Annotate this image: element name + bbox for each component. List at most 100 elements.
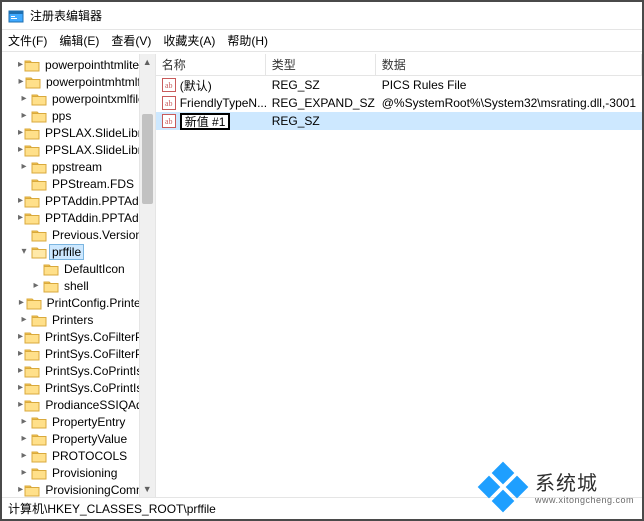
value-list-pane: 名称 类型 数据 ab (默认) REG_SZPICS Rules File ab…	[156, 54, 642, 497]
expand-toggle[interactable]: ▸	[18, 76, 24, 87]
scroll-thumb[interactable]	[142, 114, 153, 204]
expand-toggle[interactable]: ▸	[18, 314, 30, 325]
tree-item[interactable]: ▸ PropertyEntry	[4, 413, 155, 430]
expand-toggle[interactable]: ▸	[18, 127, 23, 138]
value-type: REG_SZ	[266, 112, 376, 130]
registry-tree[interactable]: ▸ powerpointhtmlitem∧▸ powerpointmhtmlfi…	[2, 54, 155, 497]
tree-item[interactable]: · DefaultIcon	[4, 260, 155, 277]
value-list[interactable]: ab (默认) REG_SZPICS Rules File ab Friendly…	[156, 76, 642, 130]
value-row[interactable]: ab FriendlyTypeN...REG_EXPAND_SZ@%System…	[156, 94, 642, 112]
tree-item-label: powerpointhtmlitem	[43, 58, 151, 72]
column-type[interactable]: 类型	[266, 54, 376, 75]
svg-text:ab: ab	[165, 117, 173, 126]
expand-toggle[interactable]: ▸	[18, 450, 30, 461]
expand-toggle[interactable]: ▸	[18, 467, 30, 478]
tree-item[interactable]: ▸ PrintSys.CoFilterPipe	[4, 345, 155, 362]
expand-toggle[interactable]: ▸	[18, 382, 23, 393]
expand-toggle[interactable]: ▸	[18, 433, 30, 444]
expand-toggle[interactable]: ▸	[18, 348, 23, 359]
expand-toggle[interactable]: ▸	[18, 484, 23, 495]
menubar: 文件(F) 编辑(E) 查看(V) 收藏夹(A) 帮助(H)	[2, 30, 642, 52]
expand-toggle[interactable]: ▸	[18, 399, 23, 410]
tree-item-label: DefaultIcon	[62, 262, 127, 276]
value-row[interactable]: ab (默认) REG_SZPICS Rules File	[156, 76, 642, 94]
tree-item-label: PropertyValue	[50, 432, 129, 446]
value-name: FriendlyTypeN...	[180, 96, 266, 110]
titlebar[interactable]: 注册表编辑器	[2, 2, 642, 30]
tree-item[interactable]: · Previous.Versions	[4, 226, 155, 243]
value-data: PICS Rules File	[376, 76, 642, 94]
statusbar: 计算机\HKEY_CLASSES_ROOT\prffile	[2, 497, 642, 519]
tree-item[interactable]: ▸ powerpointmhtmlfile	[4, 73, 155, 90]
value-name: (默认)	[180, 77, 212, 94]
expand-toggle[interactable]: ▸	[18, 93, 30, 104]
tree-item-label: pps	[50, 109, 73, 123]
tree-item[interactable]: ▸ PPSLAX.SlideLibrary	[4, 124, 155, 141]
expand-toggle[interactable]: ▸	[18, 297, 25, 308]
tree-item-label: PROTOCOLS	[50, 449, 129, 463]
tree-item[interactable]: ▸ ProvisioningComma	[4, 481, 155, 497]
tree-item[interactable]: ▸ Printers	[4, 311, 155, 328]
app-icon	[8, 8, 24, 24]
expand-toggle[interactable]: ·	[18, 229, 30, 240]
tree-item-label: powerpointxmlfile	[50, 92, 147, 106]
column-name[interactable]: 名称	[156, 54, 266, 75]
expand-toggle[interactable]: ▸	[18, 110, 30, 121]
value-data	[376, 112, 642, 130]
tree-item[interactable]: ▸ PPTAddin.PPTAddin	[4, 192, 155, 209]
expand-toggle[interactable]: ▸	[18, 59, 23, 70]
expand-toggle[interactable]: ▸	[18, 331, 23, 342]
tree-item[interactable]: ▸ PPSLAX.SlideLibrary	[4, 141, 155, 158]
tree-item-label: Provisioning	[50, 466, 119, 480]
svg-text:ab: ab	[165, 81, 173, 90]
expand-toggle[interactable]: ·	[30, 263, 42, 274]
value-data: @%SystemRoot%\System32\msrating.dll,-300…	[376, 94, 642, 112]
tree-item[interactable]: ▸ PropertyValue	[4, 430, 155, 447]
expand-toggle[interactable]: ▸	[18, 144, 23, 155]
expand-toggle[interactable]: ▸	[18, 416, 30, 427]
tree-scrollbar[interactable]: ▲ ▼	[139, 54, 155, 497]
menu-favorites[interactable]: 收藏夹(A)	[163, 32, 215, 49]
tree-item[interactable]: ▸ Provisioning	[4, 464, 155, 481]
tree-item[interactable]: ▸ PrintSys.CoPrintIsola	[4, 362, 155, 379]
expand-toggle[interactable]: ▾	[18, 246, 30, 257]
expand-toggle[interactable]: ▸	[18, 161, 30, 172]
tree-item-label: prffile	[50, 245, 83, 259]
tree-item-label: Printers	[50, 313, 95, 327]
status-path: 计算机\HKEY_CLASSES_ROOT\prffile	[8, 500, 216, 517]
menu-help[interactable]: 帮助(H)	[227, 32, 268, 49]
menu-edit[interactable]: 编辑(E)	[59, 32, 99, 49]
value-row[interactable]: ab 新值 #1 REG_SZ	[156, 112, 642, 130]
tree-item[interactable]: ▸ PrintConfig.PrinterE	[4, 294, 155, 311]
tree-item[interactable]: ▸ shell	[4, 277, 155, 294]
window-title: 注册表编辑器	[30, 7, 102, 24]
svg-text:ab: ab	[165, 99, 173, 108]
tree-item-label: PPStream.FDS	[50, 177, 136, 191]
tree-item[interactable]: ▸ ProdianceSSIQAddI	[4, 396, 155, 413]
scroll-down-button[interactable]: ▼	[140, 481, 155, 497]
value-type: REG_SZ	[266, 76, 376, 94]
value-name-edit[interactable]: 新值 #1	[180, 113, 231, 130]
tree-item[interactable]: ▸ powerpointxmlfile	[4, 90, 155, 107]
value-type: REG_EXPAND_SZ	[266, 94, 376, 112]
tree-item-label: PropertyEntry	[50, 415, 127, 429]
column-data[interactable]: 数据	[376, 54, 642, 75]
expand-toggle[interactable]: ▸	[18, 195, 23, 206]
expand-toggle[interactable]: ▸	[30, 280, 42, 291]
tree-item-label: shell	[62, 279, 91, 293]
menu-view[interactable]: 查看(V)	[111, 32, 151, 49]
tree-item[interactable]: ▸ PrintSys.CoFilterPipe	[4, 328, 155, 345]
expand-toggle[interactable]: ▸	[18, 365, 23, 376]
tree-item[interactable]: ▸ ppstream	[4, 158, 155, 175]
tree-item[interactable]: · PPStream.FDS	[4, 175, 155, 192]
tree-item[interactable]: ▸ PrintSys.CoPrintIsola	[4, 379, 155, 396]
menu-file[interactable]: 文件(F)	[8, 32, 47, 49]
tree-item[interactable]: ▸ PROTOCOLS	[4, 447, 155, 464]
tree-item[interactable]: ▸ PPTAddin.PPTAddin	[4, 209, 155, 226]
tree-item[interactable]: ▸ pps	[4, 107, 155, 124]
tree-item[interactable]: ▾ prffile	[4, 243, 155, 260]
tree-item[interactable]: ▸ powerpointhtmlitem∧	[4, 56, 155, 73]
scroll-up-button[interactable]: ▲	[140, 54, 155, 70]
expand-toggle[interactable]: ▸	[18, 212, 23, 223]
expand-toggle[interactable]: ·	[18, 178, 30, 189]
